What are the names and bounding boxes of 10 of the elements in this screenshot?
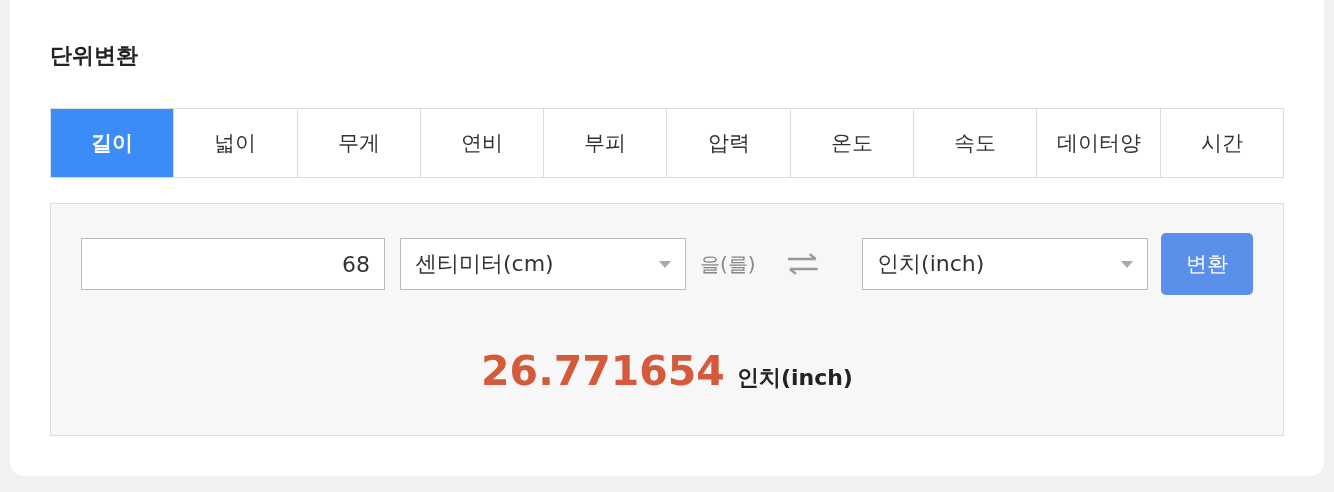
result-unit: 인치(inch): [736, 364, 853, 392]
value-input-field[interactable]: 68: [81, 238, 385, 290]
from-unit-dropdown[interactable]: 센티미터(cm): [400, 238, 686, 290]
result-value: 26.771654: [481, 347, 725, 395]
to-unit-dropdown[interactable]: 인치(inch): [862, 238, 1148, 290]
card-title: 단위변환: [50, 42, 139, 70]
caret-icon: [1121, 260, 1133, 268]
swap-arrows-icon[interactable]: [785, 253, 820, 275]
particle-label: 을(를): [699, 250, 756, 278]
caret-icon: [658, 260, 671, 268]
